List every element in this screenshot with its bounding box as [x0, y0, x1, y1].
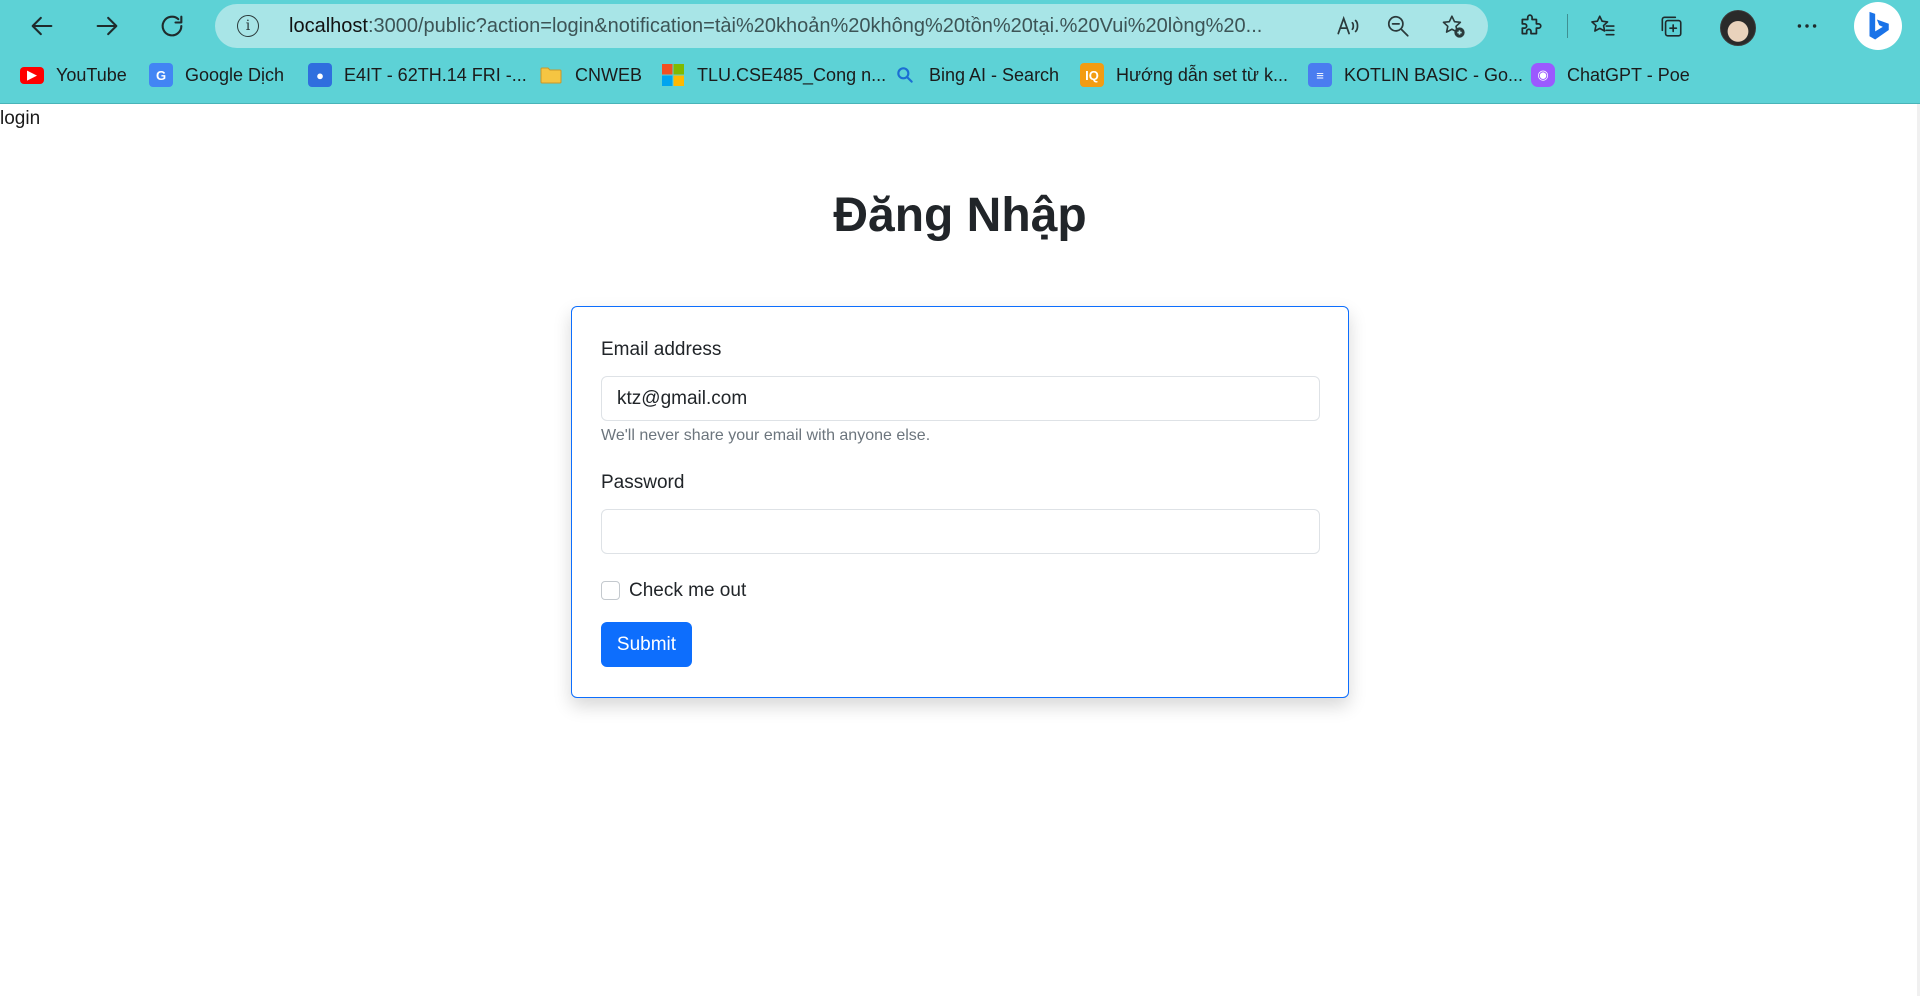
- docs-icon: ≡: [1308, 63, 1332, 87]
- email-field[interactable]: [601, 376, 1320, 421]
- url-host: localhost: [289, 15, 368, 37]
- bookmark-chatgpt-poe[interactable]: ◉ ChatGPT - Poe: [1531, 58, 1690, 92]
- bookmark-label: CNWEB: [575, 64, 642, 85]
- checkbox-label[interactable]: Check me out: [629, 580, 746, 602]
- more-menu-button[interactable]: [1790, 9, 1824, 43]
- bookmark-youtube[interactable]: ▶ YouTube: [20, 58, 127, 92]
- bookmark-e4it[interactable]: ● E4IT - 62TH.14 FRI -...: [308, 58, 527, 92]
- arrow-left-icon: [31, 16, 53, 36]
- page-top-label: login: [0, 108, 41, 129]
- toolbar-separator: [1567, 14, 1568, 38]
- site-info-icon[interactable]: i: [237, 15, 259, 37]
- bookmark-label: ChatGPT - Poe: [1567, 64, 1690, 85]
- browser-toolbar: i localhost:3000/public?action=login&not…: [0, 0, 1920, 52]
- youtube-icon: ▶: [20, 66, 44, 84]
- favorites-icon: [1591, 15, 1615, 36]
- forward-button[interactable]: [87, 6, 127, 46]
- arrow-right-icon: [96, 16, 118, 36]
- bookmark-label: E4IT - 62TH.14 FRI -...: [344, 64, 527, 85]
- email-label: Email address: [601, 339, 722, 360]
- bookmark-label: Google Dịch: [185, 64, 285, 85]
- bookmark-label: YouTube: [56, 64, 127, 85]
- bookmark-google-translate[interactable]: G Google Dịch: [149, 58, 284, 92]
- bookmark-label: Bing AI - Search: [929, 64, 1060, 85]
- profile-avatar[interactable]: [1720, 10, 1756, 46]
- login-form-card: Email address We'll never share your ema…: [571, 306, 1349, 698]
- check-me-out-checkbox[interactable]: [601, 581, 620, 600]
- password-field[interactable]: [601, 509, 1320, 554]
- favorites-button[interactable]: [1586, 9, 1620, 43]
- browser-chrome: i localhost:3000/public?action=login&not…: [0, 0, 1920, 104]
- collections-icon: [1661, 16, 1682, 37]
- search-icon: [893, 63, 917, 87]
- address-bar[interactable]: i localhost:3000/public?action=login&not…: [215, 4, 1488, 48]
- bing-copilot-button[interactable]: [1854, 2, 1902, 50]
- email-help-text: We'll never share your email with anyone…: [601, 427, 931, 444]
- bookmark-label: KOTLIN BASIC - Go...: [1344, 64, 1524, 85]
- address-url[interactable]: localhost:3000/public?action=login&notif…: [289, 15, 1289, 37]
- puzzle-icon: [1521, 14, 1542, 35]
- folder-icon: [539, 63, 563, 87]
- bookmark-bing-ai[interactable]: Bing AI - Search: [893, 58, 1059, 92]
- more-icon: [1797, 24, 1817, 28]
- bookmark-label: Hướng dẫn set từ k...: [1116, 64, 1288, 85]
- page-title: Đăng Nhập: [833, 189, 1087, 242]
- page-content: login Đăng Nhập Email address We'll neve…: [0, 104, 1920, 996]
- extensions-button[interactable]: [1514, 9, 1548, 43]
- zoom-out-icon[interactable]: [1383, 12, 1413, 40]
- collections-button[interactable]: [1654, 9, 1688, 43]
- microsoft-icon: [661, 63, 685, 87]
- add-favorite-icon[interactable]: [1438, 12, 1468, 40]
- iq-icon: IQ: [1080, 63, 1104, 87]
- read-aloud-icon[interactable]: [1333, 12, 1363, 40]
- url-path: :3000/public?action=login&notification=t…: [367, 15, 1263, 37]
- bookmark-kotlin-basic[interactable]: ≡ KOTLIN BASIC - Go...: [1308, 58, 1523, 92]
- bookmark-huong-dan[interactable]: IQ Hướng dẫn set từ k...: [1080, 58, 1288, 92]
- bookmark-cnweb[interactable]: CNWEB: [539, 58, 642, 92]
- back-button[interactable]: [22, 6, 62, 46]
- bookmark-tlu-cse485[interactable]: TLU.CSE485_Cong n...: [661, 58, 886, 92]
- reload-icon: [161, 15, 183, 37]
- classroom-icon: ●: [308, 63, 332, 87]
- submit-button[interactable]: Submit: [601, 622, 692, 667]
- bing-icon: [1869, 11, 1889, 40]
- password-label: Password: [601, 472, 685, 493]
- poe-icon: ◉: [1531, 63, 1555, 87]
- reload-button[interactable]: [152, 6, 192, 46]
- google-translate-icon: G: [149, 63, 173, 87]
- bookmark-label: TLU.CSE485_Cong n...: [697, 64, 887, 85]
- bookmarks-bar: ▶ YouTube G Google Dịch ● E4IT - 62TH.14…: [0, 58, 1920, 92]
